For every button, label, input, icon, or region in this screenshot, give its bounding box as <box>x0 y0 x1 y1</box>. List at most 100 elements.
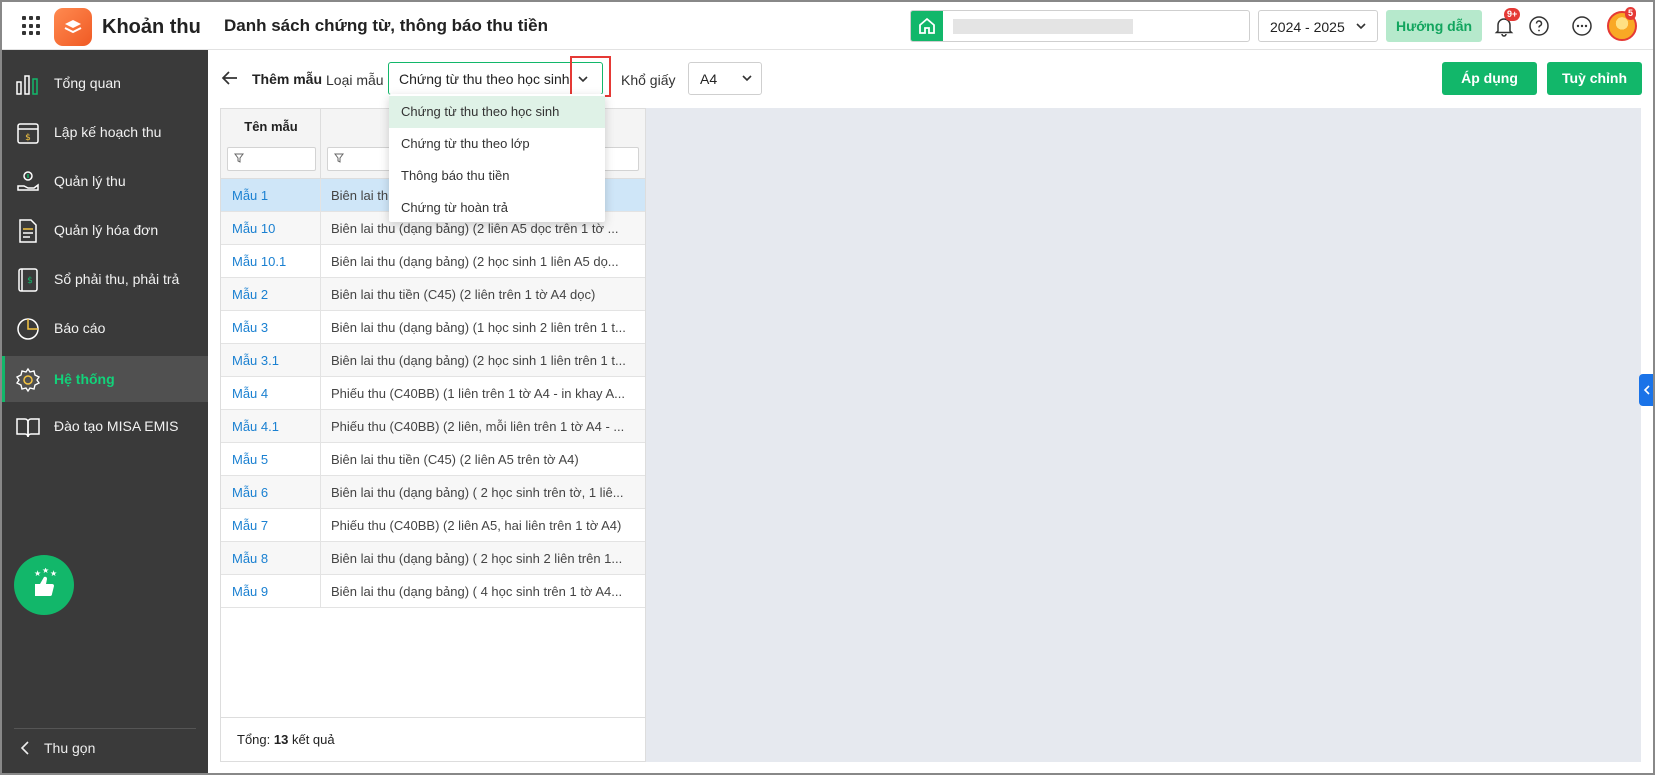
notification-badge: 9+ <box>1504 8 1521 21</box>
template-name-link[interactable]: Mẫu 3 <box>221 311 321 343</box>
sidebar-item-overview[interactable]: Tổng quan <box>2 60 208 106</box>
table-row[interactable]: Mẫu 6 Biên lai thu (dạng bảng) ( 2 học si… <box>221 476 645 509</box>
sidebar-item-reports[interactable]: Báo cáo <box>2 305 208 351</box>
template-name-link[interactable]: Mẫu 4 <box>221 377 321 409</box>
apply-button[interactable]: Áp dụng <box>1442 62 1537 95</box>
template-name-link[interactable]: Mẫu 5 <box>221 443 321 475</box>
table-row[interactable]: Mẫu 3.1 Biên lai thu (dạng bảng) (2 học s… <box>221 344 645 377</box>
sidebar-item-label: Hệ thống <box>54 371 115 387</box>
collapse-sidebar-button[interactable]: Thu gọn <box>20 740 95 756</box>
svg-text:★: ★ <box>50 569 57 578</box>
sidebar-item-collect[interactable]: Quản lý thu <box>2 158 208 204</box>
total-count: 13 <box>273 732 289 747</box>
chevron-down-icon <box>742 75 752 82</box>
template-type-label: Loại mẫu <box>326 72 384 88</box>
gear-icon <box>15 367 41 393</box>
sidebar-item-plan[interactable]: $ Lập kế hoạch thu <box>2 109 208 155</box>
thumbs-up-stars-icon: ★ ★ ★ <box>34 568 57 596</box>
user-avatar[interactable]: 5 <box>1607 7 1637 41</box>
table-row[interactable]: Mẫu 10.1 Biên lai thu (dạng bảng) (2 học … <box>221 245 645 278</box>
sidebar-item-label: Quản lý thu <box>54 173 126 189</box>
sidebar-item-label: Báo cáo <box>54 320 106 336</box>
document-icon <box>19 219 37 243</box>
avatar-badge: 5 <box>1625 7 1637 20</box>
svg-text:★: ★ <box>42 568 49 575</box>
feedback-button[interactable]: ★ ★ ★ <box>14 555 74 615</box>
template-name-link[interactable]: Mẫu 4.1 <box>221 410 321 442</box>
school-year-value: 2024 - 2025 <box>1270 19 1345 35</box>
template-name-link[interactable]: Mẫu 7 <box>221 509 321 541</box>
table-row[interactable]: Mẫu 9 Biên lai thu (dạng bảng) ( 4 học si… <box>221 575 645 608</box>
paper-size-value: A4 <box>700 71 718 87</box>
page-title: Danh sách chứng từ, thông báo thu tiền <box>224 16 548 35</box>
sidebar-item-label: Sổ phải thu, phải trả <box>54 271 180 287</box>
sidebar-item-label: Đào tạo MISA EMIS <box>54 418 179 434</box>
apps-grid-icon[interactable] <box>22 16 42 36</box>
paper-size-select[interactable]: A4 <box>688 62 762 95</box>
sidebar: Tổng quan $ Lập kế hoạch thu Quản lý thu… <box>2 50 208 773</box>
filter-icon <box>334 153 344 163</box>
calendar-dollar-icon: $ <box>17 123 39 144</box>
template-name-link[interactable]: Mẫu 10 <box>221 212 321 244</box>
table-row[interactable]: Mẫu 2 Biên lai thu tiền (C45) (2 liên trê… <box>221 278 645 311</box>
chevron-down-icon <box>1356 23 1366 30</box>
chevron-left-icon <box>1643 385 1650 395</box>
hand-coin-icon <box>17 171 39 191</box>
pie-chart-icon <box>17 318 39 340</box>
sidebar-item-system[interactable]: Hệ thống <box>2 356 208 402</box>
svg-text:$: $ <box>25 133 31 143</box>
bell-icon[interactable]: 9+ <box>1492 8 1521 38</box>
school-year-select[interactable]: 2024 - 2025 <box>1258 10 1378 42</box>
table-row[interactable]: Mẫu 8 Biên lai thu (dạng bảng) ( 2 học si… <box>221 542 645 575</box>
template-name-link[interactable]: Mẫu 9 <box>221 575 321 607</box>
template-preview-area <box>646 108 1641 762</box>
ledger-icon: $ <box>18 268 38 292</box>
book-open-icon <box>16 418 40 438</box>
template-name-link[interactable]: Mẫu 6 <box>221 476 321 508</box>
template-description: Phiếu thu (C40BB) (2 liên, mỗi liên trên… <box>331 419 625 434</box>
app-logo <box>54 8 92 46</box>
template-description: Biên lai thu tiền (C45) (2 liên trên 1 t… <box>331 287 596 302</box>
dropdown-option[interactable]: Chứng từ thu theo lớp <box>389 128 605 160</box>
sidebar-item-label: Lập kế hoạch thu <box>54 124 162 140</box>
column-header-label: Tên mẫu <box>244 119 298 134</box>
table-row[interactable]: Mẫu 7 Phiếu thu (C40BB) (2 liên A5, hai l… <box>221 509 645 542</box>
filter-icon <box>234 153 244 163</box>
template-name-link[interactable]: Mẫu 8 <box>221 542 321 574</box>
template-description: Phiếu thu (C40BB) (1 liên trên 1 tờ A4 -… <box>331 386 625 401</box>
guide-button[interactable]: Hướng dẫn <box>1386 10 1482 42</box>
school-selector[interactable] <box>910 10 1250 42</box>
svg-text:★: ★ <box>34 569 41 578</box>
app-title: Khoản thu <box>102 16 201 38</box>
collapse-label: Thu gọn <box>44 740 96 756</box>
paper-size-label: Khổ giấy <box>621 72 676 88</box>
template-name-link[interactable]: Mẫu 3.1 <box>221 344 321 376</box>
sidebar-item-ledger[interactable]: $ Sổ phải thu, phải trả <box>2 256 208 302</box>
expand-panel-button[interactable] <box>1639 374 1653 406</box>
highlight-box <box>570 56 611 97</box>
template-name-link[interactable]: Mẫu 10.1 <box>221 245 321 277</box>
school-name-redacted <box>953 19 1133 34</box>
dropdown-option[interactable]: Chứng từ hoàn trả <box>389 192 605 224</box>
dropdown-option[interactable]: Chứng từ thu theo học sinh <box>389 96 605 128</box>
table-row[interactable]: Mẫu 4 Phiếu thu (C40BB) (1 liên trên 1 tờ… <box>221 377 645 410</box>
home-icon[interactable] <box>911 11 943 41</box>
top-header: Khoản thu Danh sách chứng từ, thông báo … <box>2 2 1653 50</box>
name-filter-input[interactable] <box>227 147 316 171</box>
more-icon[interactable] <box>1570 14 1594 38</box>
template-type-value: Chứng từ thu theo học sinh <box>399 71 570 87</box>
dropdown-option[interactable]: Thông báo thu tiền <box>389 160 605 192</box>
help-icon[interactable] <box>1527 14 1551 38</box>
customize-button[interactable]: Tuỳ chỉnh <box>1547 62 1642 95</box>
template-description: Biên lai thu (dạng bảng) (2 học sinh 1 l… <box>331 254 619 269</box>
template-description: Biên lai thu tiền (C45) (2 liên A5 trên … <box>331 452 579 467</box>
total-prefix: Tổng: <box>237 732 271 747</box>
sidebar-item-training[interactable]: Đào tạo MISA EMIS <box>2 403 208 449</box>
sidebar-item-invoices[interactable]: Quản lý hóa đơn <box>2 207 208 253</box>
table-row[interactable]: Mẫu 4.1 Phiếu thu (C40BB) (2 liên, mỗi li… <box>221 410 645 443</box>
table-row[interactable]: Mẫu 5 Biên lai thu tiền (C45) (2 liên A5 … <box>221 443 645 476</box>
table-row[interactable]: Mẫu 3 Biên lai thu (dạng bảng) (1 học sin… <box>221 311 645 344</box>
back-arrow-icon[interactable] <box>220 68 240 88</box>
template-name-link[interactable]: Mẫu 2 <box>221 278 321 310</box>
template-name-link[interactable]: Mẫu 1 <box>221 179 321 211</box>
